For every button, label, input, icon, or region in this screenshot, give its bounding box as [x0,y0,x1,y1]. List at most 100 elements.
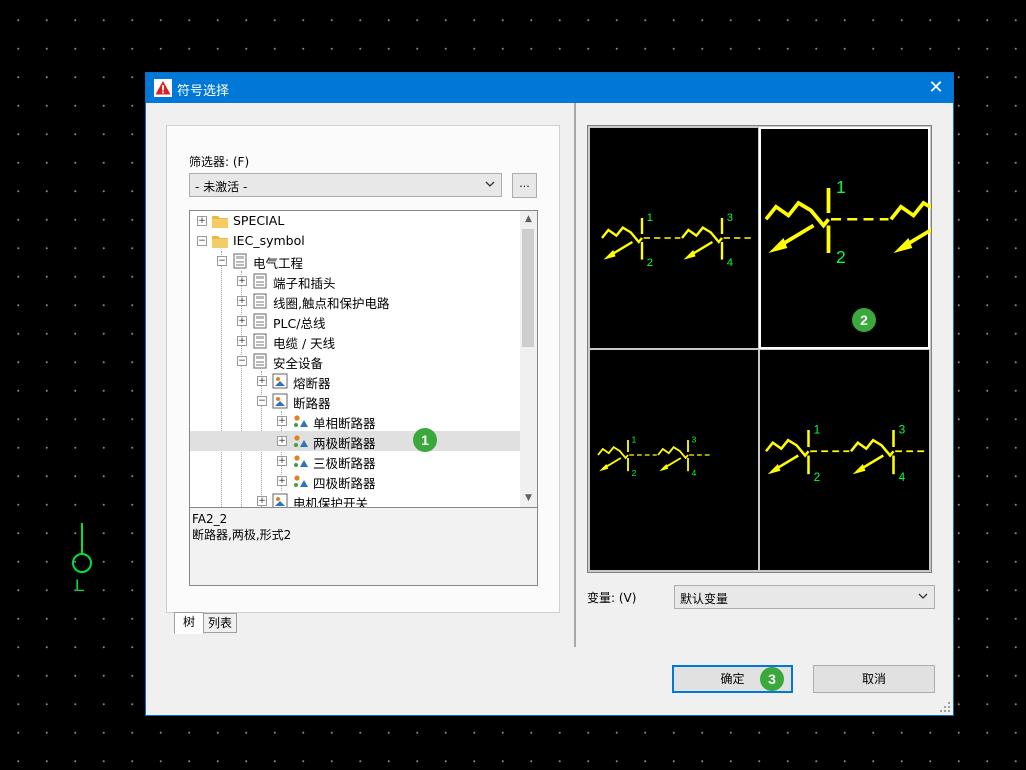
database-icon [251,313,269,329]
tree-item-label: 两极断路器 [313,436,376,451]
collapse-icon[interactable]: − [257,396,267,406]
pin-label: 1 [814,422,821,436]
pin-label: 1 [836,177,846,197]
expand-icon[interactable]: + [277,436,287,446]
symbol-description-text: 断路器,两极,形式2 [192,528,292,542]
scroll-up-icon[interactable]: ▲ [520,211,537,228]
tree-item[interactable]: + 四极断路器 [190,471,520,491]
symbol-tree[interactable]: + SPECIAL − IEC_symbol − 电气工程 + 端子和插头 + 线圈,触点和保护电… [189,210,538,508]
canvas-symbol-label: L [75,576,85,595]
pin-label: 2 [632,468,637,478]
preview-cell[interactable]: 1234 [759,127,971,349]
expand-icon[interactable]: + [237,276,247,286]
tree-item[interactable]: + PLC/总线 [190,311,520,331]
tree-item-label: 四极断路器 [313,476,376,491]
expand-icon[interactable]: + [257,496,267,506]
dialog-title: 符号选择 [177,84,230,99]
tree-item-label: 熔断器 [293,376,331,391]
tree-item-label: 三极断路器 [313,456,376,471]
tab-tree[interactable]: 树 [174,612,204,634]
pin-label: 1 [632,434,637,444]
resize-grip-icon[interactable] [940,702,950,712]
pin-label: 2 [836,247,846,267]
folder-icon [211,213,229,229]
pin-label: 4 [692,468,697,478]
tree-item[interactable]: + 三极断路器 [190,451,520,471]
symbol-preview-grid: 1234123412341234 [587,125,971,573]
scroll-down-icon[interactable]: ▼ [520,490,537,507]
tree-item[interactable]: + 端子和插头 [190,271,520,291]
canvas-symbol: L [64,520,104,600]
pin-label: 4 [899,470,906,484]
filter-label: 筛选器: (F) [189,155,250,169]
expand-icon[interactable]: + [257,376,267,386]
tree-item[interactable]: + 熔断器 [190,371,520,391]
symbol-name: FA2_2 [192,512,228,526]
preview-canvas: 1234123412341234 [590,127,971,570]
preview-cell-bg [590,128,758,348]
tree-item-label: PLC/总线 [273,316,326,331]
tree-item-label: 端子和插头 [273,276,336,291]
cancel-button[interactable]: 取消 [813,665,935,693]
dialog-title-bar[interactable]: 符号选择 ✕ [146,73,953,103]
tree-item-label: 线圈,触点和保护电路 [273,296,390,311]
expand-icon[interactable]: + [197,216,207,226]
symbol-browser-panel: 筛选器: (F) - 未激活 - ... + SPECIAL − IEC_symbol… [166,125,560,613]
symbol-icon [291,453,309,469]
expand-icon[interactable]: + [237,336,247,346]
pin-label: 4 [727,257,733,269]
tree-item[interactable]: + 电机保护开关 [190,491,520,507]
expand-icon[interactable]: + [277,416,287,426]
tree-item-label: 单相断路器 [313,416,376,431]
tab-list[interactable]: 列表 [203,613,237,633]
expand-icon[interactable]: + [237,296,247,306]
pin-label: 3 [692,434,697,444]
tree-item-label: 电气工程 [253,256,304,271]
tree-item[interactable]: + 电缆 / 天线 [190,331,520,351]
tree-item[interactable]: − 断路器 [190,391,520,411]
tree-item[interactable]: − IEC_symbol [190,231,520,251]
variant-value: 默认变量 [680,592,729,606]
filter-browse-button[interactable]: ... [512,173,537,198]
image-icon [271,493,289,507]
tree-item-label: 电缆 / 天线 [273,336,336,351]
scroll-thumb[interactable] [522,229,534,347]
tree-item[interactable]: + 单相断路器 [190,411,520,431]
warning-icon [154,79,172,97]
expand-icon[interactable]: + [277,476,287,486]
symbol-icon [291,433,309,449]
preview-cell[interactable]: 1 2 3 4 [590,350,758,570]
tree-item[interactable]: − 电气工程 [190,251,520,271]
pin-label: 3 [899,422,906,436]
tree-item[interactable]: + SPECIAL [190,211,520,231]
filter-value: - 未激活 - [195,180,248,194]
collapse-icon[interactable]: − [237,356,247,366]
tree-item[interactable]: − 安全设备 [190,351,520,371]
tree-item-label: 安全设备 [273,356,324,371]
symbol-selection-dialog: 符号选择 ✕ 筛选器: (F) - 未激活 - ... + SPECIAL − IEC… [145,72,971,716]
close-button[interactable]: ✕ [919,73,953,103]
image-icon [271,373,289,389]
tree-item-label: SPECIAL [233,213,285,228]
expand-icon[interactable]: + [237,316,247,326]
filter-select[interactable]: - 未激活 - [189,173,502,197]
collapse-icon[interactable]: − [217,256,227,266]
preview-cell-bg [759,127,930,349]
preview-cell[interactable]: 1234 [590,128,758,348]
pin-label: 2 [814,470,821,484]
close-icon: ✕ [928,77,944,98]
panel-splitter[interactable] [574,103,576,647]
tree-item[interactable]: + 线圈,触点和保护电路 [190,291,520,311]
tree-item-label: 断路器 [293,396,331,411]
database-icon [251,293,269,309]
expand-icon[interactable]: + [277,456,287,466]
step-badge-2: 2 [852,308,876,332]
image-icon [271,393,289,409]
preview-cell[interactable]: 1 2 3 4 [760,350,929,570]
tree-scrollbar[interactable]: ▲ ▼ [520,211,537,507]
tree-item[interactable]: + 两极断路器 [190,431,520,451]
variant-select[interactable]: 默认变量 [674,585,935,609]
preview-cell-bg [590,350,758,570]
chevron-down-icon [485,181,495,187]
collapse-icon[interactable]: − [197,236,207,246]
